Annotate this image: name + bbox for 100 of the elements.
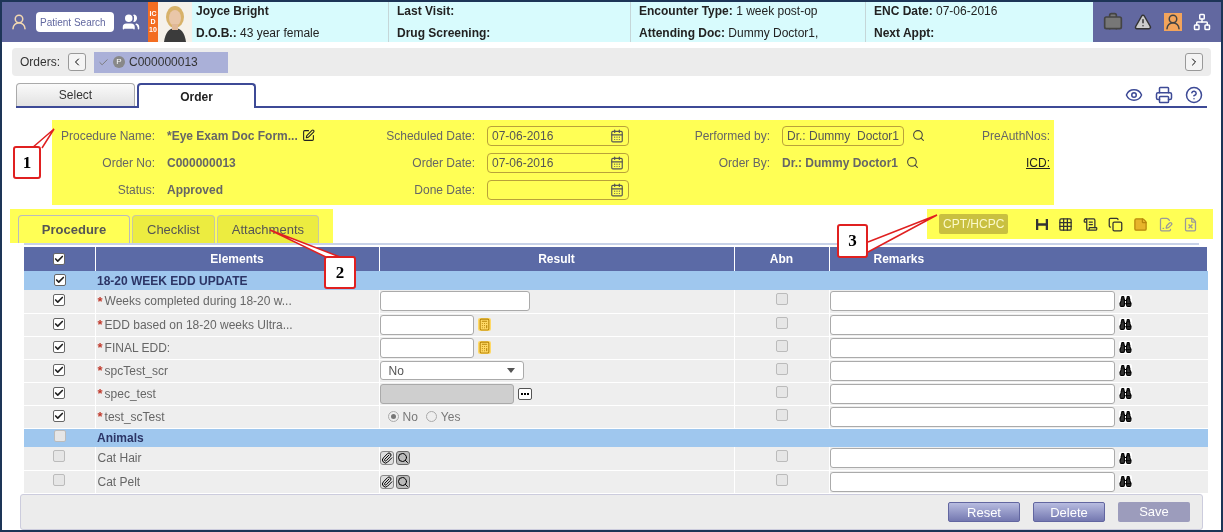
- checkbox[interactable]: [775, 408, 788, 421]
- tab[interactable]: Select: [16, 83, 135, 106]
- warning-icon[interactable]: [1134, 13, 1153, 31]
- remarks-field[interactable]: [829, 360, 1115, 381]
- network-icon[interactable]: [1193, 13, 1212, 31]
- date-field[interactable]: 07-06-2016: [487, 152, 629, 173]
- remarks-field[interactable]: [829, 406, 1115, 427]
- callout-label: 3: [837, 224, 868, 258]
- checkbox[interactable]: [775, 385, 788, 398]
- field-value: Dr.: Dummy Doctor1: [782, 154, 899, 172]
- checkbox[interactable]: [775, 450, 788, 463]
- checkbox[interactable]: [53, 253, 66, 265]
- required-mark: *: [97, 364, 103, 377]
- checkbox[interactable]: [53, 273, 66, 286]
- search-icon[interactable]: [912, 129, 926, 142]
- calculator-icon[interactable]: [477, 318, 491, 331]
- view-icon[interactable]: [1125, 86, 1143, 104]
- check-icon: [98, 56, 109, 68]
- checkbox[interactable]: [775, 473, 788, 486]
- remarks-field[interactable]: [829, 291, 1115, 312]
- tab[interactable]: Order: [137, 83, 256, 108]
- radio-button[interactable]: [425, 411, 437, 422]
- help-icon[interactable]: [1185, 86, 1203, 104]
- user-card-icon[interactable]: [1163, 13, 1182, 31]
- binoculars-icon[interactable]: [1118, 387, 1132, 400]
- binoculars-icon[interactable]: [1118, 294, 1132, 308]
- checkbox[interactable]: [53, 386, 66, 399]
- remarks-field[interactable]: [829, 471, 1115, 492]
- checkbox[interactable]: [53, 450, 66, 463]
- patients-icon[interactable]: [122, 13, 140, 31]
- result-field[interactable]: [379, 314, 474, 335]
- binoculars-icon[interactable]: [1118, 364, 1132, 377]
- field-value: Approved: [167, 181, 223, 199]
- more-icon[interactable]: [517, 387, 532, 400]
- field-label: Procedure Name:: [60, 127, 155, 145]
- tab[interactable]: Attachments: [216, 215, 319, 243]
- edit-icon[interactable]: [301, 129, 315, 142]
- binoculars-icon[interactable]: [1118, 475, 1132, 488]
- date-field[interactable]: 07-06-2016: [487, 125, 629, 146]
- order-chip[interactable]: P C000000013: [94, 51, 228, 73]
- checkbox[interactable]: [53, 409, 66, 422]
- element-name: Cat Pelt: [97, 473, 141, 491]
- calculator-icon[interactable]: [477, 341, 491, 354]
- checkbox[interactable]: [53, 340, 66, 353]
- calendar-icon[interactable]: [610, 182, 624, 197]
- checkbox[interactable]: [53, 429, 66, 442]
- patient-search-field[interactable]: Patient Search: [36, 12, 114, 32]
- result-field[interactable]: [379, 337, 474, 358]
- element-name: Cat Hair: [97, 450, 142, 468]
- search-icon[interactable]: [906, 156, 920, 169]
- remarks-field[interactable]: [829, 337, 1115, 358]
- binoculars-icon[interactable]: [1118, 341, 1132, 354]
- date-field[interactable]: [487, 179, 629, 200]
- grid-icon[interactable]: [1058, 216, 1074, 232]
- icd-link[interactable]: ICD:: [1026, 153, 1050, 172]
- remarks-field[interactable]: [829, 314, 1115, 335]
- search-icon[interactable]: [395, 474, 410, 489]
- calendar-icon[interactable]: [610, 155, 624, 170]
- result-select[interactable]: No: [379, 361, 524, 380]
- binoculars-icon[interactable]: [1118, 410, 1132, 423]
- element-name: FINAL EDD:: [104, 339, 171, 357]
- radio-button[interactable]: [387, 411, 399, 422]
- banner-field: Drug Screening:: [397, 24, 630, 42]
- remarks-field[interactable]: [829, 448, 1115, 469]
- field-label: Done Date:: [414, 181, 475, 199]
- calendar-icon[interactable]: [610, 128, 624, 143]
- leader-line: [867, 214, 938, 253]
- checkbox[interactable]: [53, 363, 66, 376]
- tab[interactable]: Procedure: [18, 215, 130, 243]
- binoculars-icon[interactable]: [1118, 318, 1132, 331]
- doctor-field[interactable]: Dr.: Dummy Doctor1: [782, 125, 905, 146]
- search-icon[interactable]: [395, 451, 410, 466]
- checkbox[interactable]: [775, 362, 788, 375]
- checkbox[interactable]: [775, 339, 788, 352]
- checkbox[interactable]: [53, 294, 66, 307]
- tab[interactable]: Checklist: [132, 215, 215, 243]
- banner-field: Next Appt:: [874, 24, 1090, 42]
- document-icon[interactable]: [1183, 216, 1199, 232]
- scroll-icon[interactable]: [1083, 216, 1099, 232]
- element-name: spec_test: [104, 385, 156, 403]
- remarks-field[interactable]: [829, 383, 1115, 404]
- copy-icon[interactable]: [1108, 216, 1124, 232]
- sign-document-icon[interactable]: [1158, 216, 1174, 232]
- checkbox[interactable]: [775, 293, 788, 306]
- h-icon[interactable]: [1036, 217, 1049, 231]
- element-name: Weeks completed during 18-20 w...: [104, 293, 292, 311]
- checkbox[interactable]: [53, 473, 66, 486]
- binoculars-icon[interactable]: [1118, 451, 1132, 465]
- result-field[interactable]: [379, 291, 530, 312]
- next-button[interactable]: [1185, 53, 1203, 71]
- field-label: Scheduled Date:: [386, 127, 475, 145]
- print-icon[interactable]: [1155, 86, 1173, 104]
- checkbox[interactable]: [775, 316, 788, 329]
- note-icon[interactable]: [1133, 216, 1149, 232]
- checkbox[interactable]: [53, 317, 66, 330]
- banner-field: Last Visit:: [397, 2, 630, 20]
- patient-icon[interactable]: [10, 13, 28, 31]
- field-label: Performed by:: [694, 127, 770, 145]
- previous-button[interactable]: [68, 53, 86, 71]
- field-label: Order By:: [718, 154, 770, 172]
